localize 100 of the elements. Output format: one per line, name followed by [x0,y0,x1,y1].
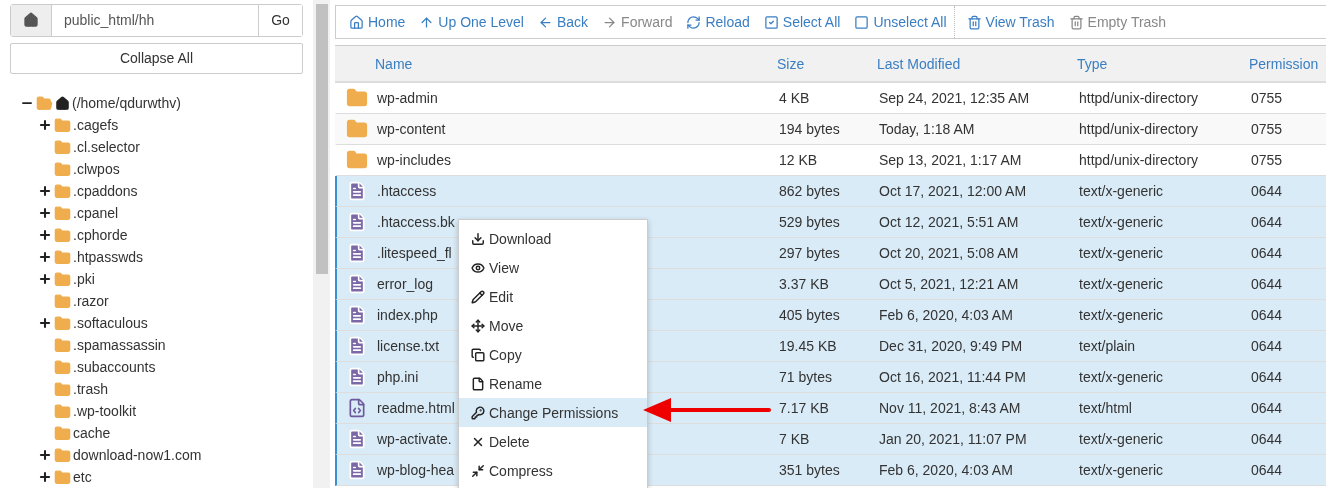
folder-icon [54,358,71,376]
table-cell: text/x-generic [1079,183,1164,199]
table-cell: 0755 [1251,121,1283,137]
tree-item[interactable]: .subaccounts [73,359,156,375]
menu-item[interactable]: Copy [459,340,647,369]
toolbar-button[interactable]: Unselect All [847,14,954,30]
table-cell: Feb 6, 2020, 4:03 AM [879,462,1013,478]
toolbar-button[interactable]: Up One Level [412,14,531,30]
menu-item[interactable]: View [459,253,647,282]
folder-icon [54,226,71,244]
menu-item[interactable]: Move [459,311,647,340]
tree-item[interactable]: cache [73,425,111,441]
tree-item[interactable]: .spamassassin [73,337,166,353]
menu-item[interactable]: Edit [459,282,647,311]
table-cell: text/x-generic [1079,369,1164,385]
tree-item[interactable]: download-now1.com [73,447,202,463]
folder-icon [36,94,53,112]
tree-item[interactable]: .pki [73,271,95,287]
toolbar-button[interactable]: Back [530,14,596,30]
path-field[interactable]: public_html/hh Go [10,4,303,37]
expand-icon[interactable] [38,228,52,242]
expand-icon[interactable] [38,206,52,220]
document-icon [347,212,367,232]
document-icon [347,243,367,263]
right-arrow-icon [602,14,618,30]
column-header[interactable]: Type [1077,55,1249,72]
table-cell: Oct 17, 2021, 12:00 AM [879,183,1027,199]
table-cell: 405 bytes [779,307,840,323]
folder-icon [54,336,71,354]
menu-item[interactable]: Compress [459,456,647,485]
table-cell: 0644 [1251,214,1283,230]
folder-icon [346,118,368,140]
table-cell: 351 bytes [779,462,840,478]
reload-icon [686,14,702,30]
tree-item[interactable]: .softaculous [73,315,148,331]
expand-icon[interactable] [38,118,52,132]
menu-item[interactable]: Change Permissions [459,398,647,427]
tree-item[interactable]: .cagefs [73,117,119,133]
tree-item[interactable]: .cpanel [73,205,119,221]
menu-item[interactable]: Delete [459,427,647,456]
file-row[interactable]: .htaccess 862 bytes Oct 17, 2021, 12:00 AM text/x-generic 0644 [335,176,1326,207]
folder-icon [54,182,71,200]
table-cell: text/x-generic [1079,214,1164,230]
file-row[interactable]: wp-content 194 bytes Today, 1:18 AM httpd/unix-directory 0755 [335,114,1326,145]
expand-icon[interactable] [38,470,52,484]
table-cell: 0644 [1251,183,1283,199]
tree-item[interactable]: .trash [73,381,108,397]
tree-item[interactable]: .cpaddons [73,183,138,199]
expand-icon[interactable] [38,316,52,330]
table-cell: 0755 [1251,152,1283,168]
column-header[interactable]: Permission [1249,55,1326,72]
toolbar-button[interactable]: Select All [756,14,848,30]
folder-icon [54,446,71,464]
home-icon [55,95,70,111]
collapse-all-button[interactable]: Collapse All [10,42,303,74]
key-icon [471,405,485,420]
tree-item[interactable]: .wp-toolkit [73,403,137,419]
tree-item[interactable]: .cphorde [73,227,128,243]
column-header[interactable]: Name [375,55,777,72]
table-cell: 19.45 KB [779,338,837,354]
tree-item[interactable]: .htpasswds [73,249,144,265]
toolbar-button[interactable]: Reload [679,14,757,30]
table-cell: 194 bytes [779,121,840,137]
folder-icon [54,248,71,266]
table-cell: 0644 [1251,276,1283,292]
tree-item[interactable]: etc [73,469,92,485]
empty-box-icon [854,14,870,30]
tree-item[interactable]: .cl.selector [73,139,140,155]
go-button[interactable]: Go [258,5,302,36]
table-cell: wp-activate. [377,431,452,447]
menu-item[interactable]: Rename [459,369,647,398]
toolbar-button[interactable]: View Trash [953,6,1062,38]
table-cell: Dec 31, 2020, 9:49 PM [879,338,1023,354]
document-icon [347,305,367,325]
tree-item[interactable]: .razor [73,293,109,309]
compress-icon [471,463,485,478]
table-cell: wp-content [377,121,446,137]
table-cell: 3.37 KB [779,276,829,292]
column-header[interactable]: Last Modified [877,55,1077,72]
table-cell: readme.html [377,400,455,416]
expand-icon[interactable] [38,448,52,462]
scrollbar[interactable] [313,0,330,488]
expand-icon[interactable] [38,184,52,198]
tree-item[interactable]: (/home/qdurwthv) [72,95,181,111]
column-header[interactable]: Size [777,55,877,72]
folder-icon [54,402,71,420]
expand-icon[interactable] [38,272,52,286]
expand-icon[interactable] [38,250,52,264]
folder-icon [54,270,71,288]
document-icon [347,336,367,356]
tree-item[interactable]: .clwpos [73,161,120,177]
toolbar-button[interactable]: Home [342,14,413,30]
folder-icon [54,380,71,398]
home-button[interactable] [11,5,52,36]
table-cell: 4 KB [779,90,810,106]
checked-box-icon [763,14,779,30]
table-cell: .htaccess [377,183,437,199]
menu-item[interactable]: Download [459,224,647,253]
table-cell: 297 bytes [779,245,840,261]
table-cell: httpd/unix-directory [1079,90,1199,106]
